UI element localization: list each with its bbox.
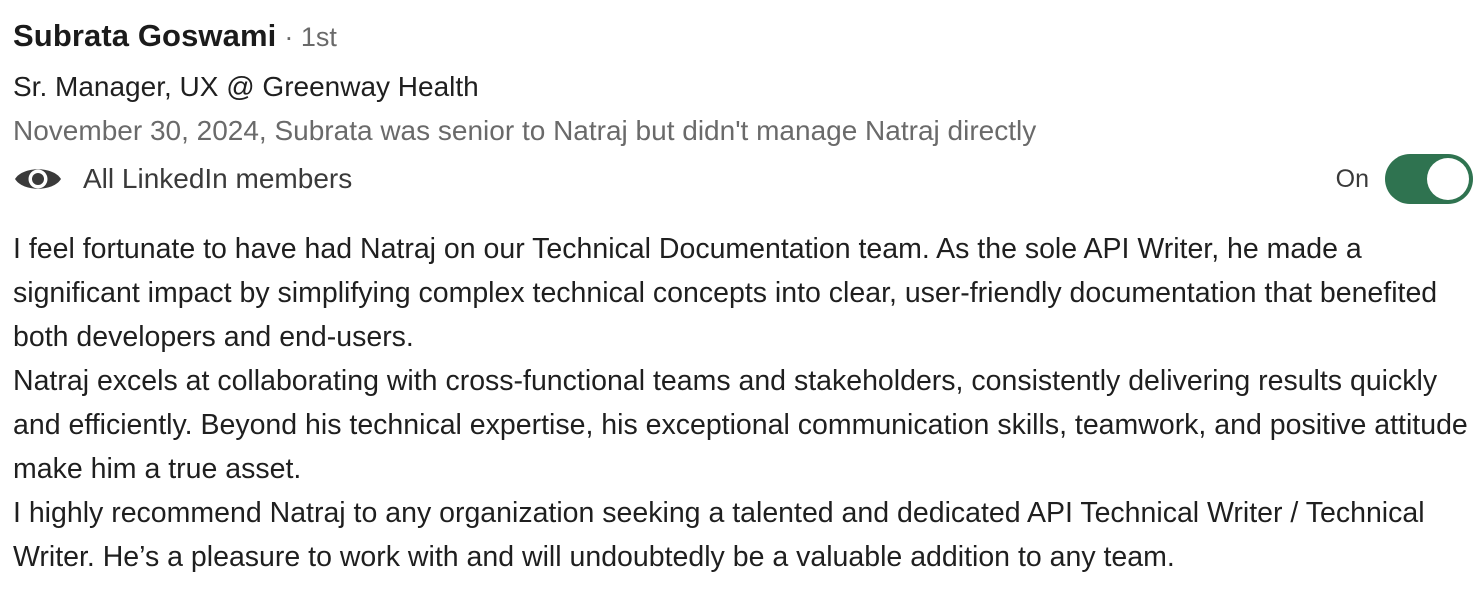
author-row: Subrata Goswami · 1st <box>13 18 1473 64</box>
toggle-state-label: On <box>1335 164 1369 193</box>
visibility-row: All LinkedIn members On <box>13 153 1473 205</box>
visibility-label: All LinkedIn members <box>83 163 353 194</box>
recommendation-paragraph: Natraj excels at collaborating with cros… <box>13 365 1468 485</box>
recommendation-paragraph: I feel fortunate to have had Natraj on o… <box>13 233 1438 353</box>
author-headline: Sr. Manager, UX @ Greenway Health <box>13 71 479 102</box>
author-name[interactable]: Subrata Goswami <box>13 18 276 54</box>
recommendation-card: Subrata Goswami · 1st Sr. Manager, UX @ … <box>13 18 1473 579</box>
connection-degree: · 1st <box>284 22 337 52</box>
eye-icon <box>13 163 63 195</box>
visibility-toggle-group: On <box>1336 154 1473 204</box>
recommendation-text: I feel fortunate to have had Natraj on o… <box>13 227 1473 579</box>
recommendation-paragraph: I highly recommend Natraj to any organiz… <box>13 497 1425 573</box>
recommendation-meta: November 30, 2024, Subrata was senior to… <box>13 115 1037 146</box>
toggle-knob <box>1427 158 1469 200</box>
visibility-info: All LinkedIn members <box>13 163 352 195</box>
visibility-toggle[interactable] <box>1385 154 1473 204</box>
